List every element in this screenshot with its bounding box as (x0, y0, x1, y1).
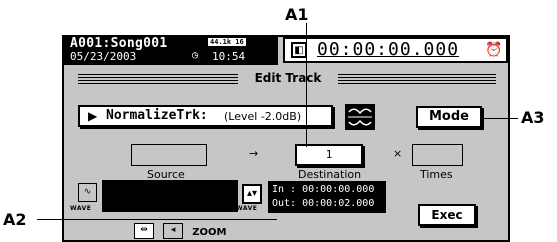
wave-left-label: WAVE (70, 205, 92, 212)
wave-right-label: WAVE (236, 205, 258, 212)
callout-a2: A2 (3, 210, 27, 229)
time-display: 10:54 (212, 50, 246, 63)
page-title: Edit Track (238, 71, 338, 85)
zoom-horizontal-icon[interactable]: ⇹ (134, 222, 154, 239)
function-selector[interactable]: ▶ NormalizeTrk: (Level -2.0dB) (78, 105, 333, 127)
zoom-controls: ⇹ ◂ ZOOM (134, 220, 226, 239)
in-out-display: In : 00:00:00.000 Out: 00:00:02.000 (268, 181, 386, 213)
play-arrow-icon: ▶ (88, 109, 98, 123)
source-field[interactable] (131, 144, 207, 166)
callout-a1: A1 (285, 5, 309, 24)
callout-a1-line (306, 23, 307, 147)
locator-box[interactable]: ◧ 00:00:00.000 ⏰ (283, 37, 508, 63)
sample-rate-badge: 44.1k 16 (208, 38, 246, 46)
function-parameter: (Level -2.0dB) (224, 110, 302, 123)
mode-button[interactable]: Mode (416, 106, 482, 128)
status-header: A001:Song001 05/23/2003 44.1k 16 ◷ 10:54 (62, 35, 278, 65)
title-bar: Edit Track (78, 71, 496, 86)
zoom-vertical-icon[interactable]: ▴▾ (242, 184, 262, 204)
wave-left-icon[interactable]: ∿ (78, 183, 97, 202)
locator-time: 00:00:00.000 (317, 39, 460, 60)
times-label: Times (420, 168, 453, 181)
destination-field[interactable]: 1 (295, 144, 363, 166)
in-time: In : 00:00:00.000 (272, 184, 375, 195)
times-separator: × (393, 147, 403, 160)
waveform-icon (345, 104, 375, 130)
clock-icon: ◷ (192, 50, 199, 61)
times-field[interactable] (412, 144, 463, 166)
arrow-separator: → (249, 147, 259, 160)
waveform-display (102, 180, 238, 212)
callout-a2-line (37, 219, 277, 220)
alarm-clock-icon: ⏰ (485, 42, 503, 58)
callout-a3: A3 (521, 108, 545, 127)
song-name: A001:Song001 (70, 36, 168, 51)
zoom-out-icon[interactable]: ◂ (163, 222, 184, 239)
zoom-label: ZOOM (192, 227, 227, 238)
destination-label: Destination (298, 168, 362, 181)
date-display: 05/23/2003 (70, 50, 137, 63)
function-name: NormalizeTrk: (106, 108, 208, 123)
locate-icon: ◧ (291, 42, 307, 58)
exec-button[interactable]: Exec (418, 204, 476, 226)
callout-a3-line (484, 118, 518, 119)
out-time: Out: 00:00:02.000 (272, 198, 375, 209)
